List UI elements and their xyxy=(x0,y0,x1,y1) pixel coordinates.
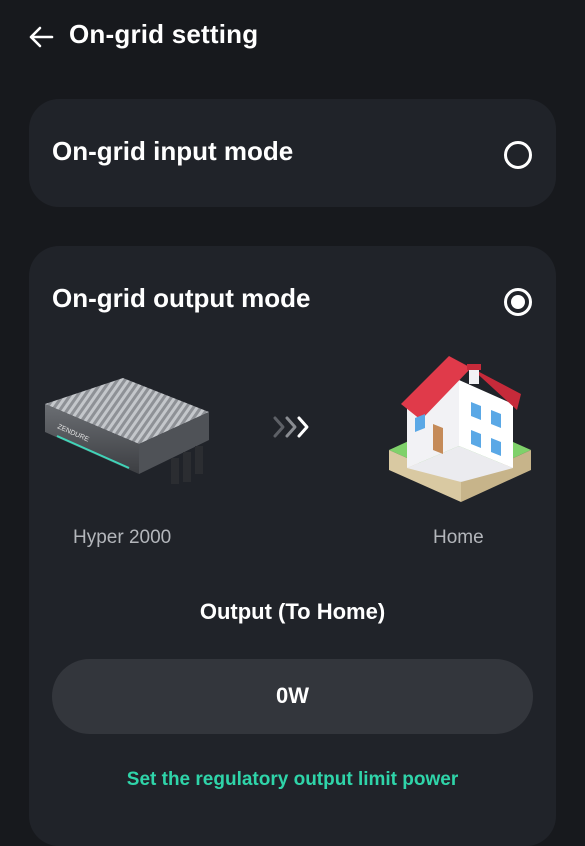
back-button[interactable] xyxy=(26,22,56,52)
output-power-field[interactable]: 0W xyxy=(52,659,533,734)
output-mode-label: On-grid output mode xyxy=(52,283,311,313)
triple-chevron-right-icon xyxy=(273,416,309,438)
radio-selected-dot xyxy=(511,295,525,309)
device-name-label: Hyper 2000 xyxy=(73,527,172,548)
output-mode-radio[interactable] xyxy=(504,288,532,316)
page-title: On-grid setting xyxy=(69,19,259,49)
output-limit-link[interactable]: Set the regulatory output limit power xyxy=(29,769,556,791)
input-mode-radio[interactable] xyxy=(504,141,532,169)
arrow-left-icon xyxy=(29,26,54,48)
output-mode-card[interactable]: On-grid output mode ZENDURE Hyper 2000 H… xyxy=(29,246,556,846)
home-house-image xyxy=(389,356,531,502)
output-title: Output (To Home) xyxy=(199,599,386,624)
header: On-grid setting xyxy=(0,0,585,72)
input-mode-label: On-grid input mode xyxy=(52,136,294,166)
output-power-value: 0W xyxy=(276,683,309,708)
input-mode-card[interactable]: On-grid input mode xyxy=(29,99,556,207)
home-name-label: Home xyxy=(433,527,484,548)
hyper-2000-device-image: ZENDURE xyxy=(45,378,209,484)
